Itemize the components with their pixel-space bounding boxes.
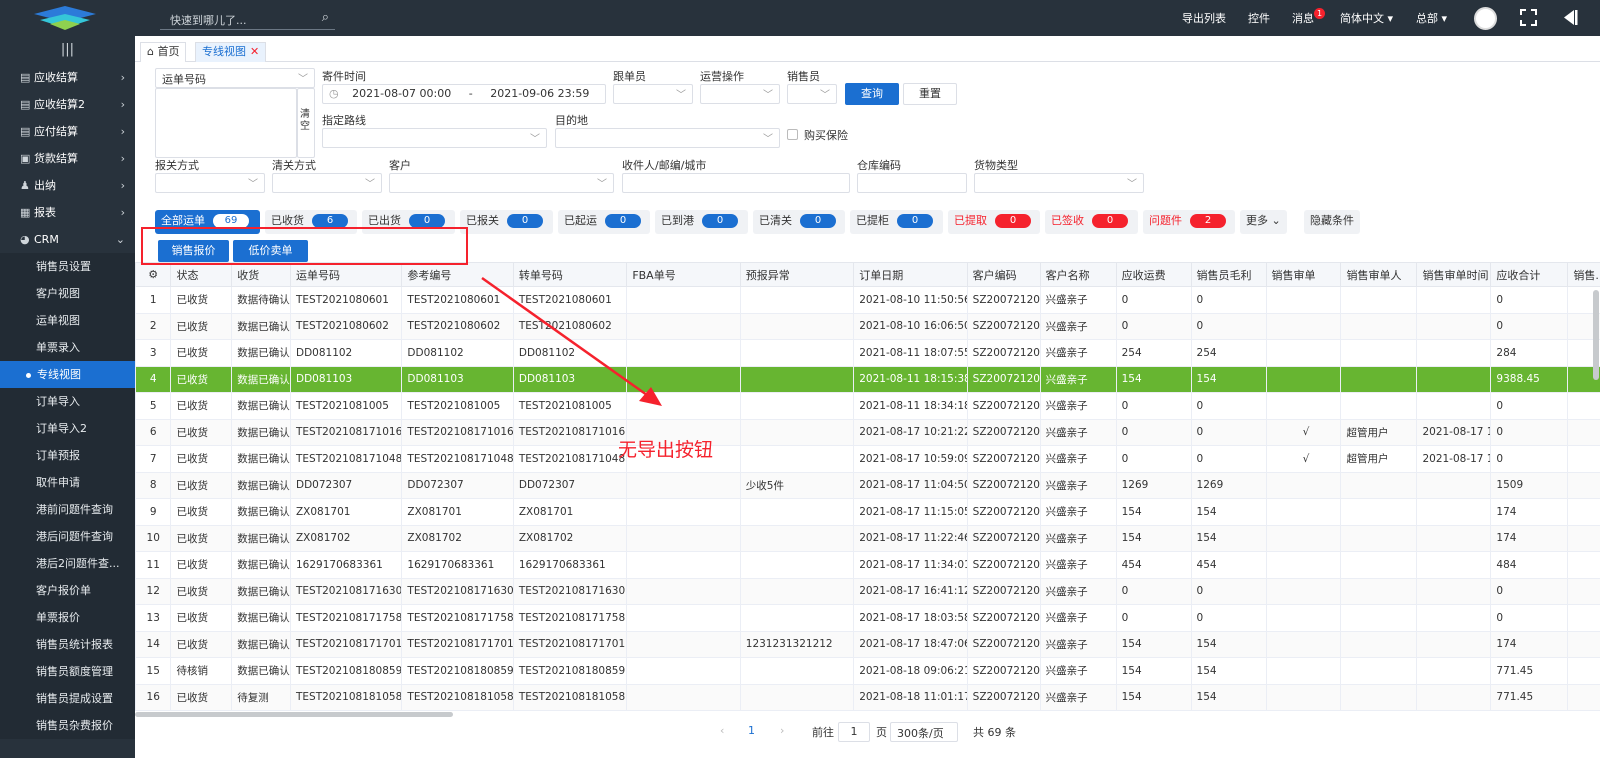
pagination: ‹ 1 › 前往 1 页 300条/页 共 69 条 <box>135 718 1600 748</box>
annotation-text: 无导出按钮 <box>618 439 714 461</box>
annotation-arrow <box>481 276 662 406</box>
total-count: 共 69 条 <box>973 726 1016 739</box>
current-page[interactable]: 1 <box>748 724 755 737</box>
goto-page-input[interactable]: 1 <box>838 722 870 742</box>
page-unit-label: 页 <box>876 726 887 739</box>
page-size-value: 300条/页 <box>897 727 944 740</box>
page-size-select[interactable]: 300条/页 <box>890 722 958 742</box>
prev-page-icon[interactable]: ‹ <box>720 724 724 737</box>
goto-label: 前往 <box>812 726 834 739</box>
next-page-icon[interactable]: › <box>780 724 784 737</box>
